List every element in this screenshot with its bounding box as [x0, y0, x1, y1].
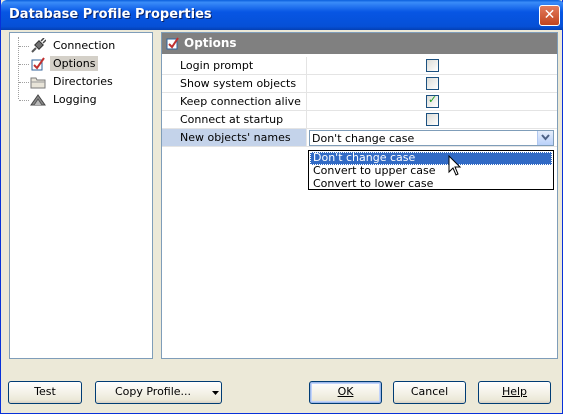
chevron-down-icon	[541, 134, 550, 141]
combo-value: Don't change case	[312, 132, 415, 145]
folder-icon	[30, 77, 46, 89]
case-options-dropdown: Don't change case Convert to upper case …	[308, 150, 554, 190]
tree-item-logging[interactable]: Logging	[16, 91, 152, 109]
category-tree: Connection Options Directories Logging	[9, 32, 153, 359]
copy-profile-button[interactable]: Copy Profile...	[95, 381, 211, 404]
help-button[interactable]: Help	[478, 381, 551, 404]
property-label: Connect at startup	[180, 113, 284, 126]
button-label: Copy Profile...	[114, 385, 192, 398]
property-label: Show system objects	[180, 77, 297, 90]
property-row-keep-connection-alive: Keep connection alive ✓	[162, 93, 557, 111]
options-panel: Options Login prompt Show system objects…	[161, 32, 558, 359]
property-row-show-system-objects: Show system objects	[162, 75, 557, 93]
mouse-cursor-icon	[448, 155, 462, 176]
ok-button[interactable]: OK	[309, 381, 382, 404]
copy-profile-menu-button[interactable]	[210, 381, 222, 404]
property-row-login-prompt: Login prompt	[162, 57, 557, 75]
panel-title: Options	[184, 36, 237, 50]
dropdown-option[interactable]: Convert to lower case	[310, 178, 552, 191]
dialog-window: Database Profile Properties ✕ Connection…	[0, 0, 563, 414]
button-label: OK	[337, 385, 354, 398]
checkbox-icon	[166, 37, 179, 50]
button-label: Test	[34, 385, 56, 398]
property-row-new-objects-names: New objects' names Don't change case	[162, 129, 557, 147]
check-icon: ✓	[428, 93, 438, 106]
close-icon: ✕	[543, 7, 556, 23]
property-label: Keep connection alive	[180, 95, 301, 108]
close-button[interactable]: ✕	[539, 5, 560, 26]
test-button[interactable]: Test	[8, 381, 82, 404]
show-system-objects-checkbox[interactable]	[426, 77, 439, 90]
connect-at-startup-checkbox[interactable]	[426, 113, 439, 126]
keep-connection-alive-checkbox[interactable]: ✓	[426, 93, 439, 108]
window-title: Database Profile Properties	[9, 7, 212, 22]
button-label: Help	[501, 385, 528, 398]
title-bar[interactable]: Database Profile Properties ✕	[1, 0, 563, 30]
combo-dropdown-button[interactable]	[537, 131, 553, 145]
tree-item-label: Directories	[53, 75, 113, 88]
cancel-button[interactable]: Cancel	[393, 381, 466, 404]
tree-item-options[interactable]: Options	[16, 55, 152, 73]
login-prompt-checkbox[interactable]	[426, 59, 439, 72]
checkbox-icon	[31, 57, 45, 71]
tree-item-connection[interactable]: Connection	[16, 37, 152, 55]
property-label: New objects' names	[180, 131, 291, 144]
tree-item-label: Logging	[53, 93, 97, 106]
button-label: Cancel	[410, 385, 449, 398]
property-row-connect-at-startup: Connect at startup	[162, 111, 557, 129]
tree-item-directories[interactable]: Directories	[16, 73, 152, 91]
tree-item-label: Options	[50, 56, 99, 71]
log-icon	[30, 94, 46, 106]
new-objects-names-select[interactable]: Don't change case	[309, 130, 554, 146]
triangle-down-icon	[212, 391, 219, 395]
tree-item-label: Connection	[53, 39, 116, 52]
panel-header: Options	[162, 33, 557, 54]
property-label: Login prompt	[180, 59, 254, 72]
plug-icon	[31, 38, 46, 53]
